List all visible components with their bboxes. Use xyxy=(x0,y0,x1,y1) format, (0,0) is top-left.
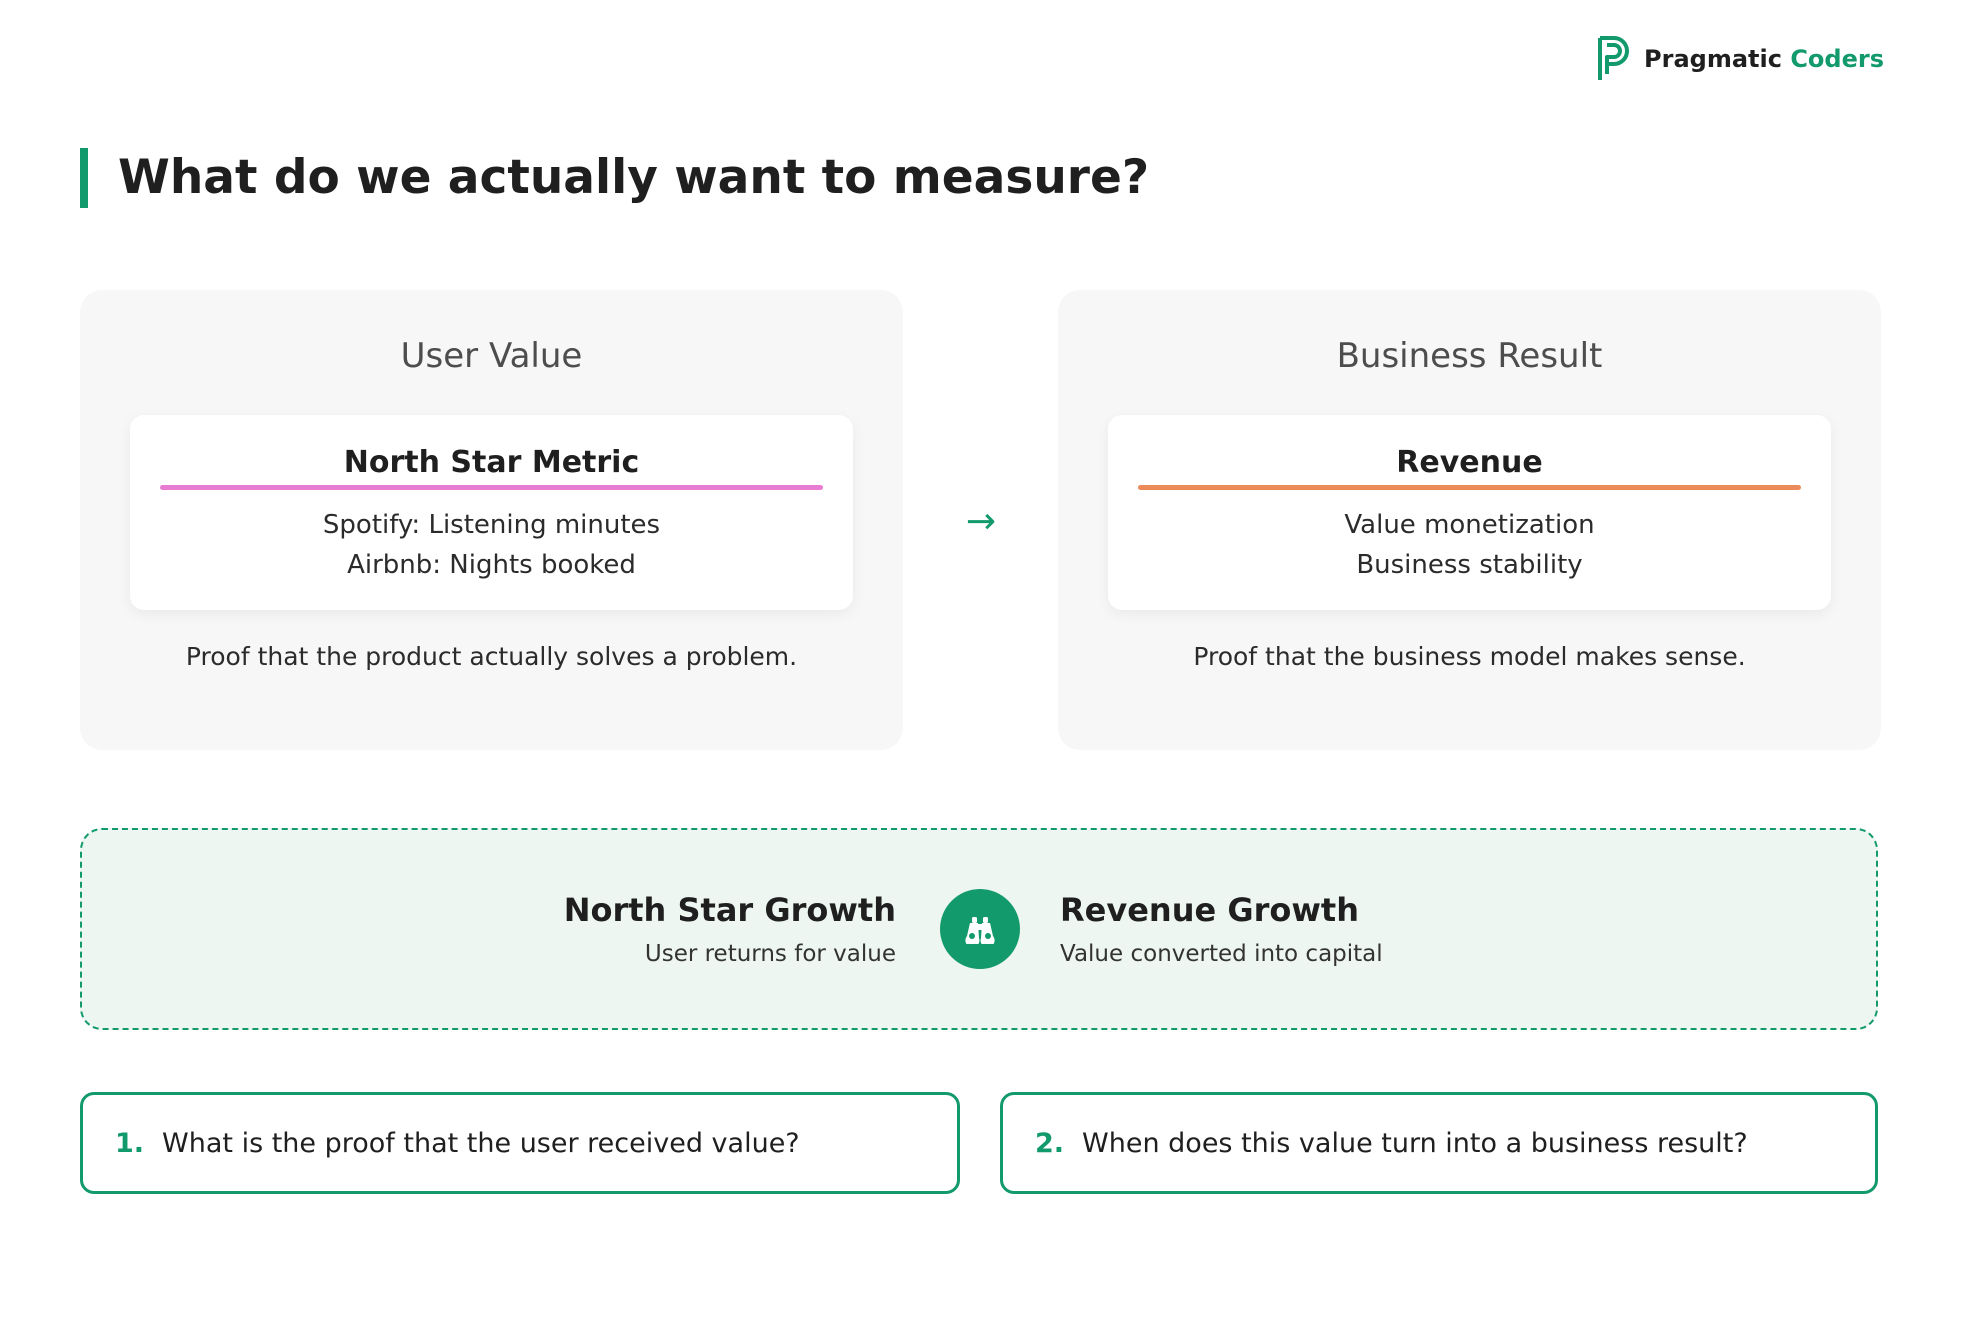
question-text: When does this value turn into a busines… xyxy=(1082,1127,1748,1159)
metric-examples: Spotify: Listening minutes Airbnb: Night… xyxy=(130,505,853,585)
question-number: 2. xyxy=(1035,1127,1065,1159)
metric-title: North Star Metric xyxy=(343,445,640,480)
growth-title: Revenue Growth xyxy=(1060,891,1359,929)
metric-examples: Value monetization Business stability xyxy=(1108,505,1831,585)
growth-title: North Star Growth xyxy=(563,891,896,929)
card-heading: Business Result xyxy=(1336,336,1603,376)
question-box: 1. What is the proof that the user recei… xyxy=(80,1092,960,1194)
binoculars-icon xyxy=(940,889,1020,969)
card-heading: User Value xyxy=(400,336,583,376)
growth-panel: North Star Growth User returns for value… xyxy=(80,828,1878,1030)
revenue-growth: Revenue Growth Value converted into capi… xyxy=(1060,890,1383,970)
business-result-card: Business Result Revenue Value monetizati… xyxy=(1058,290,1881,750)
metric-example: Business stability xyxy=(1356,550,1583,580)
card-caption: Proof that the business model makes sens… xyxy=(1193,642,1746,671)
question-text: What is the proof that the user received… xyxy=(162,1127,800,1159)
question-box: 2. When does this value turn into a busi… xyxy=(1000,1092,1878,1194)
page-title: What do we actually want to measure? xyxy=(118,150,1150,205)
metric-box: North Star Metric Spotify: Listening min… xyxy=(130,415,853,610)
metric-underline xyxy=(160,485,823,490)
metric-example: Spotify: Listening minutes xyxy=(322,510,661,540)
metric-underline xyxy=(1138,485,1801,490)
title-accent-bar xyxy=(80,148,88,208)
pc-logo-icon xyxy=(1598,36,1630,80)
user-value-card: User Value North Star Metric Spotify: Li… xyxy=(80,290,903,750)
growth-subtitle: User returns for value xyxy=(644,941,896,967)
metric-example: Airbnb: Nights booked xyxy=(347,550,636,580)
brand-logo: Pragmatic Coders xyxy=(1596,34,1884,84)
brand-name: Pragmatic Coders xyxy=(1644,45,1884,73)
right-arrow-icon: → xyxy=(965,501,997,542)
north-star-growth: North Star Growth User returns for value xyxy=(564,890,896,970)
brand-name-part1: Pragmatic xyxy=(1644,45,1782,73)
metric-box: Revenue Value monetization Business stab… xyxy=(1108,415,1831,610)
question-number: 1. xyxy=(115,1127,145,1159)
brand-name-part2: Coders xyxy=(1790,45,1884,73)
growth-subtitle: Value converted into capital xyxy=(1060,941,1383,967)
card-caption: Proof that the product actually solves a… xyxy=(185,642,798,671)
metric-example: Value monetization xyxy=(1344,510,1595,540)
metric-title: Revenue xyxy=(1396,445,1543,480)
